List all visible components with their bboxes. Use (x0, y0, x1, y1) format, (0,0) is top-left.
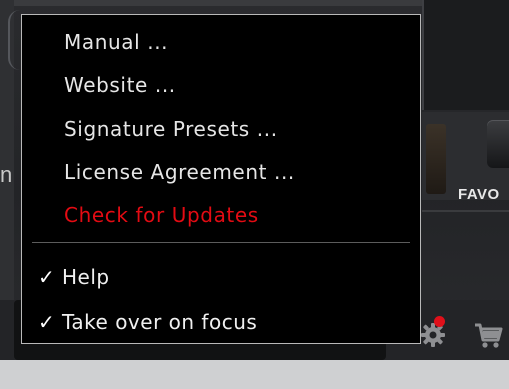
side-control[interactable] (426, 124, 446, 194)
checkmark-icon: ✓ (38, 265, 56, 289)
menu-item-take-over-on-focus-label: Take over on focus (62, 310, 258, 334)
favorites-label: FAVO (458, 186, 500, 203)
menu-item-signature-presets[interactable]: Signature Presets ... (22, 111, 420, 147)
context-menu: Manual ... Website ... Signature Presets… (21, 14, 421, 344)
bottom-status-strip (0, 360, 509, 389)
menu-item-website[interactable]: Website ... (22, 67, 420, 103)
menu-item-license-agreement[interactable]: License Agreement ... (22, 154, 420, 190)
menu-item-help[interactable]: ✓ Help (22, 259, 420, 295)
menu-item-manual[interactable]: Manual ... (22, 24, 420, 60)
notification-dot (434, 316, 445, 327)
menu-item-help-label: Help (62, 265, 110, 289)
menu-item-take-over-on-focus[interactable]: ✓ Take over on focus (22, 304, 420, 340)
menu-item-check-for-updates[interactable]: Check for Updates (22, 197, 420, 233)
display-slot (422, 0, 509, 110)
favorites-button[interactable] (487, 120, 509, 168)
checkmark-icon: ✓ (38, 310, 56, 334)
menu-separator (32, 242, 410, 243)
panel-divider (422, 210, 509, 212)
partial-left-label: n (0, 162, 13, 187)
cart-icon[interactable] (473, 322, 503, 350)
